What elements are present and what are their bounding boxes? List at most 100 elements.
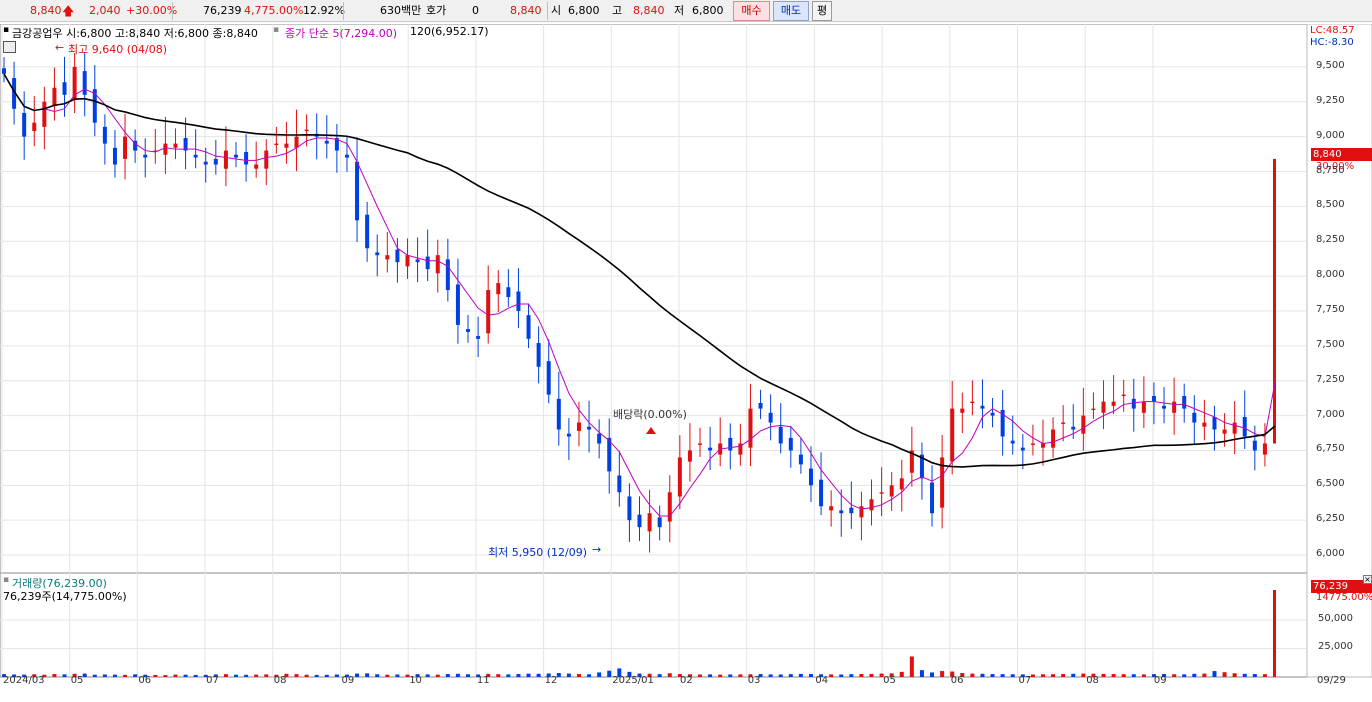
- volume-bar: [294, 674, 299, 677]
- candle-body: [163, 143, 168, 155]
- volume-bar: [102, 674, 107, 677]
- price-tick-label: 6,750: [1316, 443, 1345, 455]
- candle-body: [1182, 396, 1187, 409]
- quote-price: 8,840: [510, 4, 542, 17]
- volume-bar: [849, 674, 854, 677]
- price-tick-label: 9,500: [1316, 59, 1345, 71]
- volume-bar: [718, 674, 723, 677]
- trade-amount: 630백만: [380, 4, 422, 17]
- low-value: 6,800: [692, 4, 724, 17]
- high-label: 고: [612, 4, 623, 17]
- price-tick-label: 6,250: [1316, 513, 1345, 525]
- date-label: 02: [680, 675, 693, 686]
- right-arrow-icon: →: [592, 543, 602, 556]
- hc-value: HC:-8.30: [1310, 37, 1354, 48]
- candle-body: [667, 492, 672, 522]
- volume-bar: [435, 674, 440, 677]
- candle-body: [970, 401, 975, 404]
- volume-bar: [334, 674, 339, 677]
- candle-body: [950, 408, 955, 462]
- volume-bar: [1051, 674, 1056, 677]
- volume-subtitle: 76,239주(14,775.00%): [3, 590, 127, 603]
- volume-bar: [1172, 674, 1177, 677]
- current-price: 8,840: [30, 4, 62, 17]
- volume-bar: [728, 674, 733, 677]
- up-arrow-icon: 🡅: [62, 4, 75, 18]
- volume-bar: [990, 674, 995, 677]
- chart-area[interactable]: ▪ 금강공업우 시:6,800 고:8,840 저:6,800 종:8,840 …: [0, 24, 1372, 702]
- volume-bar: [1242, 673, 1247, 677]
- candle-body: [476, 336, 481, 339]
- candle-body: [466, 329, 471, 332]
- sell-button[interactable]: 매도: [773, 1, 809, 21]
- candle-body: [808, 468, 813, 486]
- date-label: 12: [544, 675, 558, 686]
- volume-bar: [153, 674, 158, 677]
- volume-bar: [1101, 673, 1106, 677]
- volume-bar: [829, 674, 834, 677]
- volume-bar: [183, 674, 188, 677]
- volume-bar: [324, 674, 329, 677]
- candle-body: [123, 136, 128, 159]
- price-tick-label: 7,250: [1316, 373, 1345, 385]
- volume-bar: [566, 673, 571, 677]
- date-label: 09: [1153, 675, 1167, 686]
- price-tick-label: 6,500: [1316, 478, 1345, 490]
- grid-table-icon[interactable]: [3, 41, 16, 53]
- candle-body: [496, 283, 501, 295]
- candle-body: [647, 513, 652, 532]
- date-label: 09: [341, 675, 355, 686]
- candle-body: [1222, 429, 1227, 434]
- candle-body: [1121, 394, 1126, 397]
- price-volume-chart[interactable]: [0, 24, 1372, 702]
- candle-body: [677, 457, 682, 497]
- volume-bar: [899, 671, 904, 677]
- date-label: 11: [476, 675, 490, 686]
- buy-button[interactable]: 매수: [733, 1, 770, 21]
- avg-button[interactable]: 평: [812, 1, 832, 21]
- date-label: 06: [138, 675, 152, 686]
- volume-bar: [425, 674, 430, 677]
- price-tick-label: 6,000: [1316, 548, 1345, 560]
- candle-body: [1242, 416, 1247, 437]
- low-label: 저: [674, 4, 685, 17]
- candle-body: [879, 492, 884, 494]
- ma5-legend: 종가 단순 5(7,294.00): [285, 27, 398, 40]
- candle-body: [657, 517, 662, 528]
- volume-bar: [355, 673, 360, 677]
- volume-bar: [1212, 671, 1217, 677]
- close-icon[interactable]: ×: [1363, 575, 1372, 584]
- volume-bar: [445, 674, 450, 677]
- price-tick-label: 9,250: [1316, 94, 1345, 106]
- volume-bar: [919, 670, 924, 677]
- volume-bar: [869, 673, 874, 677]
- volume-bar: [314, 674, 319, 677]
- quote-label: 호가: [426, 4, 447, 17]
- date-label: 10: [409, 675, 422, 686]
- candle-body: [395, 249, 400, 263]
- left-arrow-icon: ←: [55, 41, 65, 54]
- candle-body: [284, 143, 289, 148]
- candle-body: [1141, 401, 1146, 413]
- candle-body: [1192, 412, 1197, 423]
- turnover-pct: 12.92%: [303, 4, 345, 17]
- volume-bar: [1141, 674, 1146, 677]
- candle-body: [556, 398, 561, 430]
- price-change-pct: +30.00%: [126, 4, 178, 17]
- volume-bar: [264, 674, 269, 677]
- candle-body: [1172, 401, 1177, 413]
- dividend-marker: 배당락(0.00%): [613, 408, 687, 421]
- volume-bar: [970, 673, 975, 677]
- volume-bar: [234, 674, 239, 677]
- volume-bar: [385, 674, 390, 677]
- open-label: 시: [551, 4, 562, 17]
- volume-bar: [798, 673, 803, 677]
- candle-body: [637, 514, 642, 528]
- volume-bar: [778, 674, 783, 677]
- candle-body: [798, 454, 803, 465]
- candle-body: [1151, 396, 1156, 402]
- candle-body: [375, 252, 380, 256]
- volume-value: 76,239: [203, 4, 242, 17]
- date-label: 08: [1086, 675, 1099, 686]
- candle-body: [1091, 408, 1096, 410]
